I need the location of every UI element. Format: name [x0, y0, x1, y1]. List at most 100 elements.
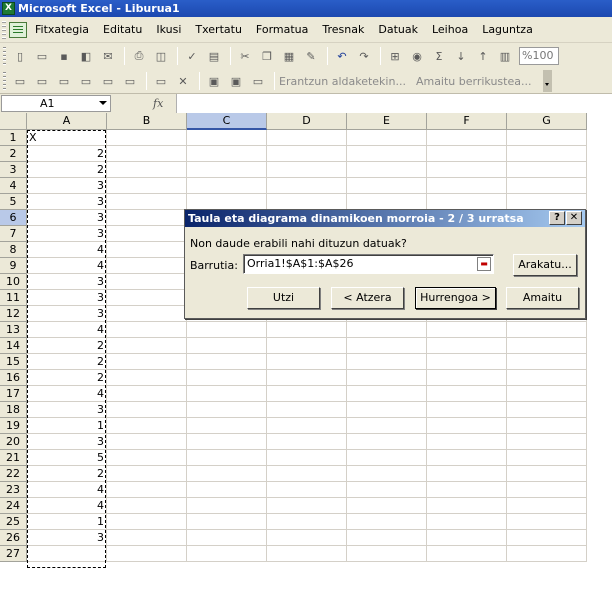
- row-header[interactable]: 18: [0, 402, 27, 418]
- cell-b23[interactable]: [107, 482, 187, 498]
- chart-icon[interactable]: ◉: [407, 46, 427, 66]
- menu-help[interactable]: Laguntza: [475, 23, 540, 36]
- chart-wizard-icon[interactable]: ▥: [495, 46, 515, 66]
- cell-c14[interactable]: [187, 338, 267, 354]
- cell-g20[interactable]: [507, 434, 587, 450]
- cell-f17[interactable]: [427, 386, 507, 402]
- cell-e19[interactable]: [347, 418, 427, 434]
- delete-comment-icon[interactable]: ▭: [151, 71, 171, 91]
- cell-d27[interactable]: [267, 546, 347, 562]
- formula-input[interactable]: [176, 94, 612, 113]
- menu-tools[interactable]: Tresnak: [315, 23, 371, 36]
- cell-b11[interactable]: [107, 290, 187, 306]
- column-header-c[interactable]: C: [187, 113, 267, 130]
- cell-c15[interactable]: [187, 354, 267, 370]
- cell-e20[interactable]: [347, 434, 427, 450]
- cell-d24[interactable]: [267, 498, 347, 514]
- cell-a17[interactable]: 4: [27, 386, 107, 402]
- help-button[interactable]: ?: [549, 211, 565, 225]
- cell-e5[interactable]: [347, 194, 427, 210]
- row-header[interactable]: 12: [0, 306, 27, 322]
- cell-a1[interactable]: X: [27, 130, 107, 146]
- permission-icon[interactable]: ◧: [76, 46, 96, 66]
- menu-window[interactable]: Leihoa: [425, 23, 475, 36]
- cell-b24[interactable]: [107, 498, 187, 514]
- row-header[interactable]: 19: [0, 418, 27, 434]
- cancel-button[interactable]: Utzi: [247, 287, 320, 309]
- menu-format[interactable]: Formatua: [249, 23, 315, 36]
- cell-d3[interactable]: [267, 162, 347, 178]
- cell-f3[interactable]: [427, 162, 507, 178]
- cell-a18[interactable]: 3: [27, 402, 107, 418]
- cell-f27[interactable]: [427, 546, 507, 562]
- cell-g23[interactable]: [507, 482, 587, 498]
- format-painter-icon[interactable]: ✎: [301, 46, 321, 66]
- toolbar-options-icon[interactable]: [543, 70, 553, 92]
- cell-c16[interactable]: [187, 370, 267, 386]
- cell-f2[interactable]: [427, 146, 507, 162]
- cell-c23[interactable]: [187, 482, 267, 498]
- cell-b3[interactable]: [107, 162, 187, 178]
- cell-f24[interactable]: [427, 498, 507, 514]
- cell-g19[interactable]: [507, 418, 587, 434]
- cell-d21[interactable]: [267, 450, 347, 466]
- cell-a26[interactable]: 3: [27, 530, 107, 546]
- cell-f20[interactable]: [427, 434, 507, 450]
- row-header[interactable]: 8: [0, 242, 27, 258]
- cell-d14[interactable]: [267, 338, 347, 354]
- row-header[interactable]: 20: [0, 434, 27, 450]
- close-button[interactable]: ✕: [566, 211, 582, 225]
- row-header[interactable]: 16: [0, 370, 27, 386]
- cell-f18[interactable]: [427, 402, 507, 418]
- open-folder-icon[interactable]: ▭: [32, 46, 52, 66]
- cell-a7[interactable]: 3: [27, 226, 107, 242]
- cell-e25[interactable]: [347, 514, 427, 530]
- cell-e23[interactable]: [347, 482, 427, 498]
- hyperlink-icon[interactable]: ⊞: [385, 46, 405, 66]
- cell-d23[interactable]: [267, 482, 347, 498]
- menu-edit[interactable]: Editatu: [96, 23, 149, 36]
- column-header-b[interactable]: B: [107, 113, 187, 130]
- cell-f14[interactable]: [427, 338, 507, 354]
- menu-grip[interactable]: [2, 20, 6, 39]
- cell-e21[interactable]: [347, 450, 427, 466]
- cell-b5[interactable]: [107, 194, 187, 210]
- row-header[interactable]: 25: [0, 514, 27, 530]
- column-header-g[interactable]: G: [507, 113, 587, 130]
- menu-data[interactable]: Datuak: [371, 23, 425, 36]
- cell-b12[interactable]: [107, 306, 187, 322]
- cell-g18[interactable]: [507, 402, 587, 418]
- cell-c21[interactable]: [187, 450, 267, 466]
- cell-d1[interactable]: [267, 130, 347, 146]
- cell-c4[interactable]: [187, 178, 267, 194]
- cell-f19[interactable]: [427, 418, 507, 434]
- cell-c22[interactable]: [187, 466, 267, 482]
- cell-g25[interactable]: [507, 514, 587, 530]
- track-changes-icon[interactable]: ✕: [173, 71, 193, 91]
- cell-b16[interactable]: [107, 370, 187, 386]
- cell-f23[interactable]: [427, 482, 507, 498]
- cell-f16[interactable]: [427, 370, 507, 386]
- save-icon[interactable]: ▪: [54, 46, 74, 66]
- row-header[interactable]: 24: [0, 498, 27, 514]
- cell-a14[interactable]: 2: [27, 338, 107, 354]
- cell-c26[interactable]: [187, 530, 267, 546]
- cell-g3[interactable]: [507, 162, 587, 178]
- cell-g21[interactable]: [507, 450, 587, 466]
- cell-f25[interactable]: [427, 514, 507, 530]
- cell-d13[interactable]: [267, 322, 347, 338]
- cell-g1[interactable]: [507, 130, 587, 146]
- cell-a2[interactable]: 2: [27, 146, 107, 162]
- undo-icon[interactable]: ↶: [332, 46, 352, 66]
- cell-e14[interactable]: [347, 338, 427, 354]
- column-header-d[interactable]: D: [267, 113, 347, 130]
- row-header[interactable]: 11: [0, 290, 27, 306]
- toolbar-grip[interactable]: [3, 47, 6, 65]
- research-icon[interactable]: ▤: [204, 46, 224, 66]
- cell-d22[interactable]: [267, 466, 347, 482]
- copy-icon[interactable]: ❐: [257, 46, 277, 66]
- cell-a5[interactable]: 3: [27, 194, 107, 210]
- cell-b19[interactable]: [107, 418, 187, 434]
- cell-c18[interactable]: [187, 402, 267, 418]
- cell-f1[interactable]: [427, 130, 507, 146]
